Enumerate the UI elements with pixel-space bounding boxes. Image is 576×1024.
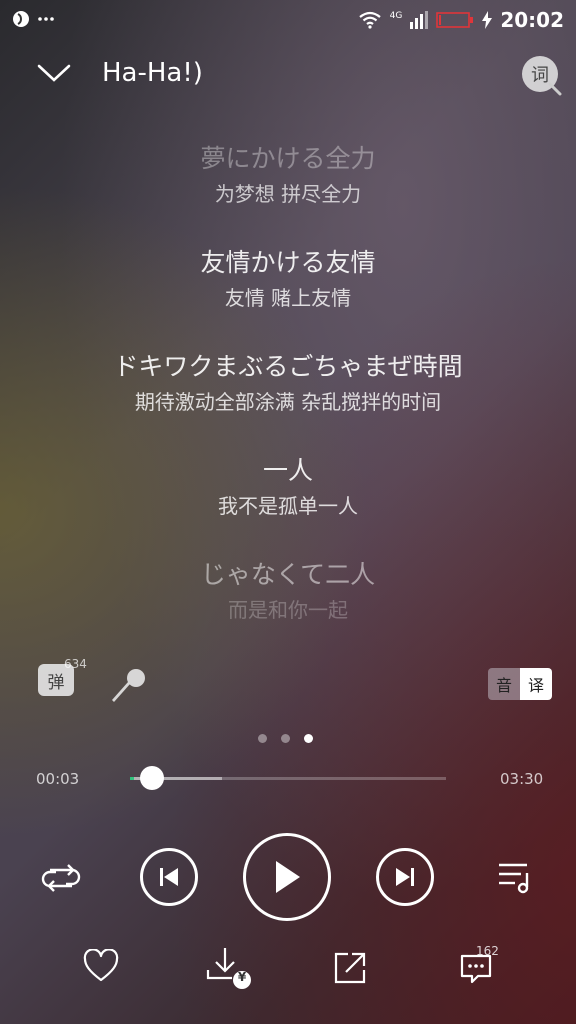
lyric-original: 夢にかける全力 bbox=[200, 144, 376, 173]
share-button[interactable] bbox=[330, 948, 370, 988]
microphone-icon bbox=[112, 669, 145, 702]
paid-badge: ¥ bbox=[237, 970, 247, 984]
lyric-translation: 友情 赌上友情 bbox=[224, 286, 352, 310]
lyric-line: 夢にかける全力 为梦想 拼尽全力 bbox=[0, 140, 576, 210]
network-type: 4G bbox=[389, 11, 403, 21]
lyric-line: 一人 我不是孤单一人 bbox=[0, 452, 576, 522]
song-title: Ha-Ha!) bbox=[102, 58, 203, 88]
playlist-button[interactable] bbox=[494, 856, 536, 898]
lyric-language-toggle[interactable]: 音 译 bbox=[488, 668, 552, 700]
lyric-line: じゃなくて二人 而是和你一起 bbox=[0, 556, 576, 626]
lyric-translation: 为梦想 拼尽全力 bbox=[214, 182, 362, 206]
karaoke-button[interactable] bbox=[106, 664, 150, 708]
danmu-count: 634 bbox=[64, 657, 87, 671]
collapse-button[interactable] bbox=[36, 60, 72, 88]
download-icon bbox=[206, 948, 251, 989]
progress-thumb[interactable] bbox=[140, 766, 165, 790]
skip-next-icon bbox=[396, 868, 414, 886]
current-time: 00:03 bbox=[36, 770, 80, 788]
app-icon bbox=[13, 11, 29, 27]
lang-phonetic-option[interactable]: 音 bbox=[488, 668, 520, 700]
status-bar-left bbox=[12, 10, 54, 28]
page-dot bbox=[258, 734, 267, 743]
skip-previous-icon bbox=[160, 868, 178, 886]
heart-icon bbox=[83, 949, 119, 982]
lyrics-mode-button[interactable]: 词 bbox=[522, 56, 562, 96]
status-time: 20:02 bbox=[500, 8, 564, 32]
status-bar: 4G 20:02 bbox=[0, 0, 576, 40]
next-button[interactable] bbox=[376, 848, 434, 906]
lyric-original: 一人 bbox=[262, 456, 313, 485]
lyric-line: ドキワクまぶるごちゃまぜ時間 期待激动全部涂满 杂乱搅拌的时间 bbox=[0, 348, 576, 418]
chevron-down-icon bbox=[37, 64, 71, 82]
playlist-icon bbox=[499, 863, 529, 894]
more-dots-icon bbox=[38, 17, 54, 21]
magnifier-icon bbox=[548, 82, 562, 96]
lyrics-mode-label: 词 bbox=[531, 65, 549, 86]
total-time: 03:30 bbox=[500, 770, 544, 788]
lyrics-panel[interactable]: 夢にかける全力 为梦想 拼尽全力 友情かける友情 友情 赌上友情 ドキワクまぶる… bbox=[0, 140, 576, 660]
previous-button[interactable] bbox=[140, 848, 198, 906]
battery-low-icon bbox=[436, 12, 474, 28]
charging-icon bbox=[482, 11, 493, 29]
lyric-translation: 期待激动全部涂满 杂乱搅拌的时间 bbox=[134, 390, 442, 414]
page-dot bbox=[304, 734, 313, 743]
repeat-button[interactable] bbox=[38, 858, 84, 898]
status-bar-right: 4G 20:02 bbox=[358, 8, 564, 32]
lyric-line: 友情かける友情 友情 赌上友情 bbox=[0, 244, 576, 314]
lyric-original: 友情かける友情 bbox=[200, 248, 376, 277]
lyric-translation: 我不是孤单一人 bbox=[218, 494, 358, 518]
lyric-original: じゃなくて二人 bbox=[200, 560, 376, 589]
share-icon bbox=[334, 952, 366, 984]
lyric-original: ドキワクまぶるごちゃまぜ時間 bbox=[113, 352, 463, 381]
lang-translation-option[interactable]: 译 bbox=[520, 668, 552, 700]
page-dot bbox=[281, 734, 290, 743]
signal-icon bbox=[410, 11, 429, 29]
page-indicator bbox=[258, 734, 313, 743]
repeat-icon bbox=[41, 864, 81, 892]
favorite-button[interactable] bbox=[80, 946, 122, 986]
progress-played bbox=[130, 777, 135, 780]
lyric-translation: 而是和你一起 bbox=[228, 598, 348, 622]
play-icon bbox=[276, 861, 300, 893]
play-button[interactable] bbox=[243, 833, 331, 921]
wifi-icon bbox=[358, 11, 381, 29]
comment-count: 162 bbox=[476, 944, 499, 958]
download-button[interactable]: ¥ bbox=[204, 944, 254, 992]
danmu-label: 弹 bbox=[47, 672, 65, 693]
